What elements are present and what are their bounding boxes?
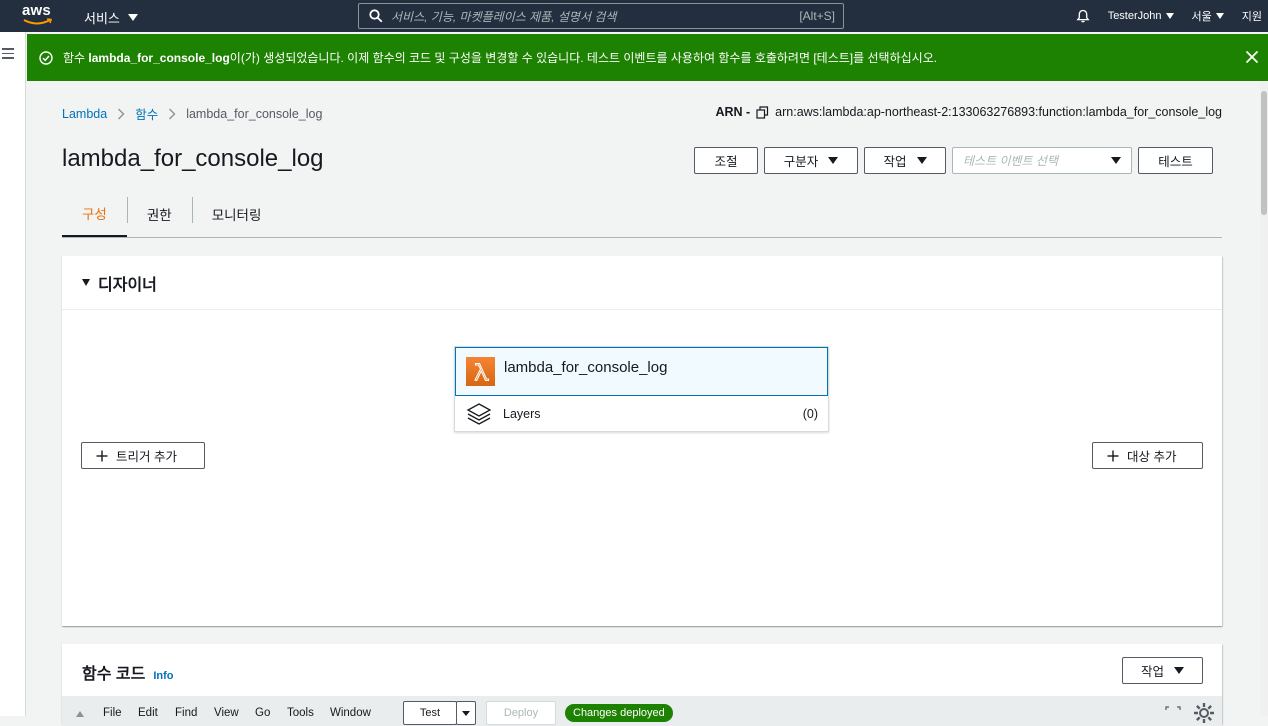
deploy-button[interactable]: Deploy xyxy=(486,701,556,725)
search-icon xyxy=(369,9,383,23)
editor-test-dropdown[interactable] xyxy=(456,701,476,725)
chevron-down-icon xyxy=(462,710,470,716)
region-menu[interactable]: 서울 xyxy=(1192,8,1224,24)
add-trigger-button[interactable]: 트리거 추가 xyxy=(81,442,205,469)
tab-permissions[interactable]: 권한 xyxy=(126,190,192,237)
chevron-down-icon xyxy=(1165,13,1174,19)
tab-list: 구성 권한 모니터링 xyxy=(62,190,1222,238)
function-arn: ARN - arn:aws:lambda:ap-northeast-2:1330… xyxy=(715,105,1222,119)
account-menu[interactable]: TesterJohn xyxy=(1108,10,1174,22)
side-navigation xyxy=(0,32,26,716)
aws-smile-icon xyxy=(23,18,53,25)
chevron-down-icon xyxy=(1174,667,1184,674)
info-link[interactable]: Info xyxy=(153,670,173,682)
flash-message: 함수 lambda_for_console_log이(가) 생성되었습니다. 이… xyxy=(63,51,938,65)
function-code-panel: 함수 코드 Info 작업 File Edit Find View Go Too… xyxy=(62,644,1222,726)
notifications-button[interactable] xyxy=(1076,9,1090,23)
services-menu[interactable]: 서비스 xyxy=(84,8,138,27)
layers-count: (0) xyxy=(802,406,818,421)
page-title: lambda_for_console_log xyxy=(62,145,324,172)
menu-window[interactable]: Window xyxy=(330,707,371,719)
caret-down-icon xyxy=(82,279,90,286)
search-input[interactable]: 서비스, 기능, 마켓플레이스 제품, 설명서 검색 [Alt+S] xyxy=(358,3,844,29)
copy-icon[interactable] xyxy=(756,105,769,119)
test-button[interactable]: 테스트 xyxy=(1138,147,1213,174)
collapse-icon[interactable] xyxy=(76,711,84,717)
success-flashbar: 함수 lambda_for_console_log이(가) 생성되었습니다. 이… xyxy=(27,34,1268,81)
arn-label: ARN - xyxy=(715,105,751,119)
code-editor-toolbar: File Edit Find View Go Tools Window Test… xyxy=(62,696,1222,726)
search-shortcut: [Alt+S] xyxy=(799,9,835,23)
breadcrumb: Lambda 함수 lambda_for_console_log xyxy=(62,104,322,123)
actions-dropdown[interactable]: 작업 xyxy=(864,147,946,174)
arn-value: arn:aws:lambda:ap-northeast-2:1330632768… xyxy=(775,105,1222,119)
add-destination-button[interactable]: 대상 추가 xyxy=(1092,442,1203,469)
function-card-name: lambda_for_console_log xyxy=(504,359,668,376)
scrollbar-thumb[interactable] xyxy=(1261,91,1267,215)
support-menu[interactable]: 지원 xyxy=(1242,8,1262,24)
editor-test-button[interactable]: Test xyxy=(403,701,457,725)
success-check-icon xyxy=(39,50,53,65)
chevron-down-icon xyxy=(828,157,839,164)
chevron-right-icon xyxy=(118,108,125,119)
tab-configuration[interactable]: 구성 xyxy=(62,190,127,237)
menu-edit[interactable]: Edit xyxy=(138,707,158,719)
breadcrumb-functions[interactable]: 함수 xyxy=(135,104,158,123)
close-icon[interactable] xyxy=(1245,50,1259,64)
menu-tools[interactable]: Tools xyxy=(287,707,314,719)
chevron-down-icon xyxy=(127,14,138,21)
code-actions-dropdown[interactable]: 작업 xyxy=(1122,657,1203,684)
designer-header[interactable]: 디자이너 xyxy=(62,256,1222,310)
breadcrumb-lambda[interactable]: Lambda xyxy=(62,107,107,121)
throttle-button[interactable]: 조절 xyxy=(694,147,758,174)
header-actions: 조절 구분자 작업 테스트 이벤트 선택 테스트 xyxy=(694,147,1213,174)
fullscreen-icon[interactable] xyxy=(1165,706,1181,718)
function-code-header: 함수 코드 Info xyxy=(82,666,174,683)
chevron-down-icon xyxy=(916,157,927,164)
chevron-down-icon xyxy=(1215,13,1224,19)
function-card[interactable]: lambda_for_console_log Layers (0) xyxy=(454,346,829,432)
menu-file[interactable]: File xyxy=(103,707,122,719)
function-card-header[interactable]: lambda_for_console_log xyxy=(455,347,828,396)
gear-icon[interactable] xyxy=(1193,702,1215,724)
page-scrollbar[interactable] xyxy=(1260,81,1268,716)
tab-monitoring[interactable]: 모니터링 xyxy=(191,190,282,237)
search-placeholder: 서비스, 기능, 마켓플레이스 제품, 설명서 검색 xyxy=(391,9,617,24)
chevron-right-icon xyxy=(169,108,176,119)
aws-logo[interactable]: aws xyxy=(22,3,56,28)
layers-icon xyxy=(466,402,492,425)
hamburger-menu-icon[interactable] xyxy=(2,48,14,62)
layers-row[interactable]: Layers (0) xyxy=(455,396,828,431)
qualifiers-dropdown[interactable]: 구분자 xyxy=(764,147,858,174)
plus-icon xyxy=(96,450,108,461)
lambda-icon xyxy=(466,357,495,386)
plus-icon xyxy=(1107,450,1119,461)
designer-panel: 디자이너 lambda_for_console_log Layers (0) 트… xyxy=(62,256,1222,626)
top-navigation: aws 서비스 서비스, 기능, 마켓플레이스 제품, 설명서 검색 [Alt+… xyxy=(0,0,1268,32)
chevron-down-icon xyxy=(1111,157,1121,164)
menu-find[interactable]: Find xyxy=(175,707,197,719)
bell-icon xyxy=(1076,9,1090,23)
menu-go[interactable]: Go xyxy=(255,707,270,719)
breadcrumb-current: lambda_for_console_log xyxy=(186,106,323,121)
flash-function-name: lambda_for_console_log xyxy=(88,51,230,65)
deploy-status-badge: Changes deployed xyxy=(565,704,673,722)
test-event-select[interactable]: 테스트 이벤트 선택 xyxy=(952,147,1132,174)
menu-view[interactable]: View xyxy=(214,707,239,719)
